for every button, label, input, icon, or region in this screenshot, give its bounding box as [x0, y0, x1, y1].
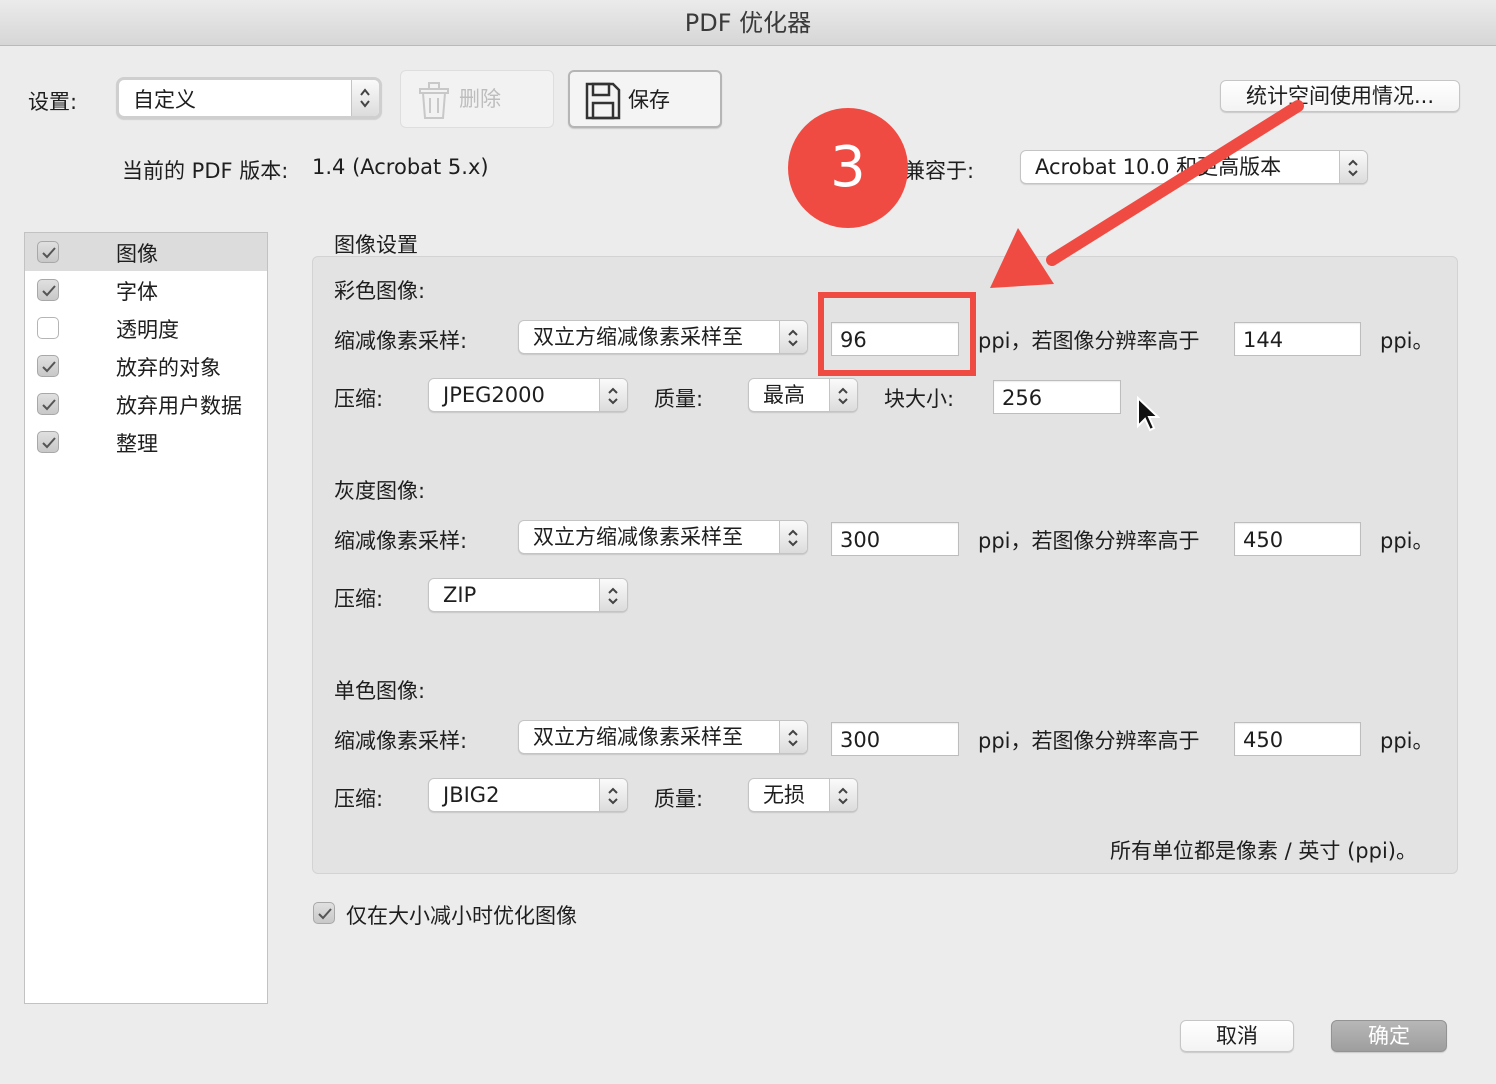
mouse-cursor-icon [1137, 396, 1160, 432]
step-number-badge: 3 [788, 108, 908, 228]
pointer-arrow-icon [990, 100, 1304, 288]
